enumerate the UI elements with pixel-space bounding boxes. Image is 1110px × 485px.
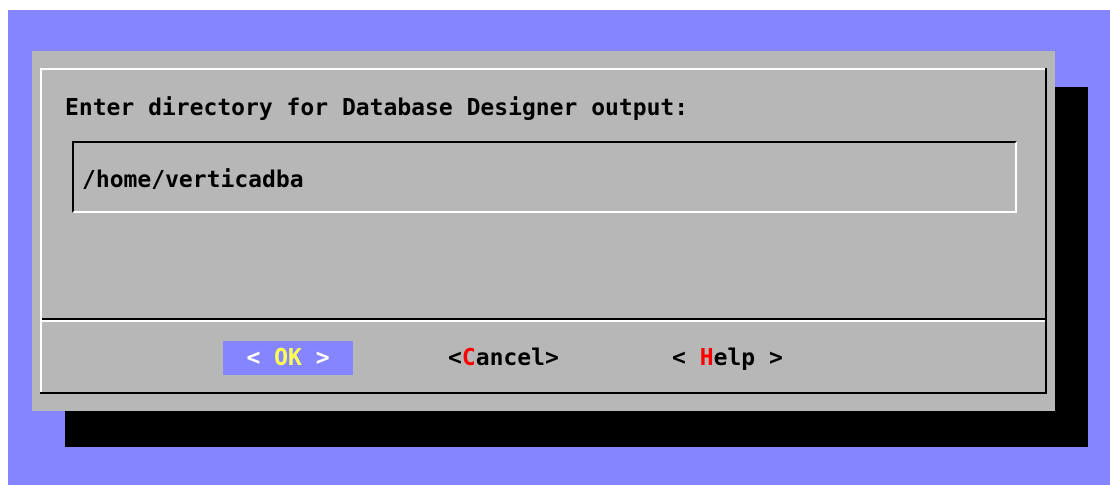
cancel-button-open: <	[448, 345, 462, 371]
help-button[interactable]: < Help >	[672, 341, 783, 375]
directory-input-value[interactable]: /home/verticadba	[82, 165, 304, 195]
dialog-border-left	[40, 68, 42, 394]
terminal-screen: Enter directory for Database Designer ou…	[8, 10, 1110, 485]
input-dialog: Enter directory for Database Designer ou…	[32, 51, 1055, 411]
cancel-button-rest: ancel	[475, 345, 545, 371]
help-button-open: <	[672, 345, 700, 371]
cancel-button-close: >	[544, 345, 559, 371]
help-button-close: >	[755, 345, 783, 371]
ok-button-open: <	[246, 345, 275, 371]
dialog-border-bottom	[40, 392, 1047, 394]
help-button-hotkey: H	[699, 345, 714, 371]
directory-input[interactable]: /home/verticadba	[72, 141, 1017, 213]
ok-button-close: >	[301, 345, 330, 371]
cancel-button-hotkey: C	[461, 345, 476, 371]
dialog-border-top	[40, 68, 1045, 70]
dialog-prompt: Enter directory for Database Designer ou…	[65, 95, 689, 121]
ok-button[interactable]: < OK >	[223, 341, 353, 375]
dialog-border-right	[1045, 68, 1047, 394]
cancel-button[interactable]: <Cancel>	[448, 341, 559, 375]
help-button-rest: elp	[713, 345, 756, 371]
button-separator-light	[42, 320, 1045, 322]
ok-button-hotkey: OK	[274, 345, 302, 371]
